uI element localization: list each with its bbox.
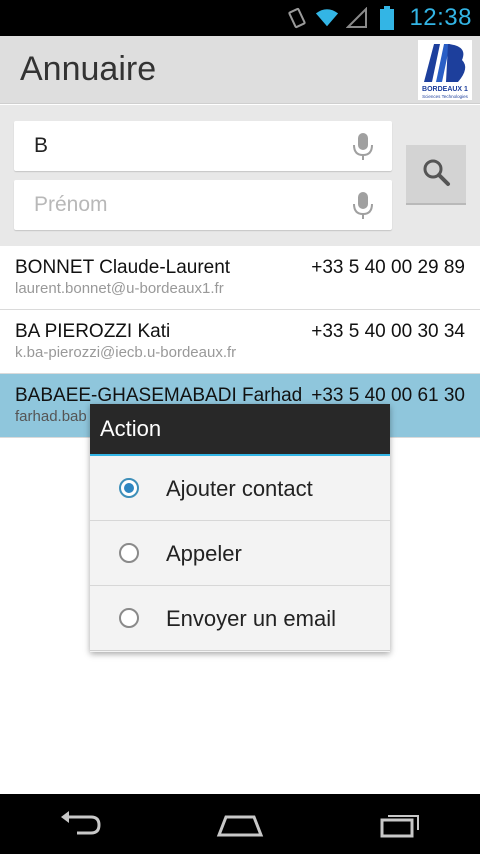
name-input-value: B [34,134,49,157]
contact-email: farhad.bab [15,408,87,425]
home-icon[interactable] [210,804,270,844]
battery-icon [375,6,399,30]
signal-icon [345,6,369,30]
app-title: Annuaire [20,50,157,88]
option-send-email[interactable]: Envoyer un email [90,586,390,651]
contact-email: laurent.bonnet@u-bordeaux1.fr [15,280,224,297]
microphone-icon[interactable] [352,133,374,161]
contact-name: BONNET Claude-Laurent [15,257,231,278]
wifi-icon [315,6,339,30]
screen: 12:38 Annuaire BORDEAUX 1 Sciences Techn… [0,0,480,854]
status-bar: 12:38 [0,0,480,36]
action-bar: Annuaire BORDEAUX 1 Sciences Technologie… [0,36,480,104]
contact-email: k.ba-pierozzi@iecb.u-bordeaux.fr [15,344,237,361]
option-add-contact[interactable]: Ajouter contact [90,456,390,521]
option-call[interactable]: Appeler [90,521,390,586]
list-item[interactable]: BONNET Claude-Laurent +33 5 40 00 29 89 … [0,246,480,310]
svg-text:BORDEAUX 1: BORDEAUX 1 [422,86,468,93]
dialog-title: Action [90,404,390,456]
firstname-input[interactable]: Prénom [14,180,392,230]
name-input[interactable]: B [14,121,392,171]
search-panel: B Prénom [0,105,480,246]
university-logo: BORDEAUX 1 Sciences Technologies [418,40,472,100]
radio-button-checked[interactable] [119,478,139,498]
contact-phone: +33 5 40 00 30 34 [311,321,465,342]
option-label: Envoyer un email [166,606,336,631]
clock: 12:38 [409,4,472,31]
radio-button[interactable] [119,543,139,563]
list-item[interactable]: BA PIEROZZI Kati +33 5 40 00 30 34 k.ba-… [0,310,480,374]
contact-name: BA PIEROZZI Kati [15,321,171,342]
radio-button[interactable] [119,608,139,628]
microphone-icon[interactable] [352,192,374,220]
contact-phone: +33 5 40 00 29 89 [311,257,465,278]
recent-apps-icon[interactable] [370,804,430,844]
firstname-placeholder: Prénom [34,193,108,216]
back-icon[interactable] [50,804,110,844]
vibrate-icon [285,6,309,30]
navigation-bar [0,794,480,854]
svg-text:Sciences Technologies: Sciences Technologies [422,94,468,99]
action-dialog: Action Ajouter contact Appeler Envoyer u… [90,404,390,652]
option-label: Ajouter contact [166,476,313,501]
search-icon [421,157,451,192]
option-label: Appeler [166,541,242,566]
search-button[interactable] [406,145,466,205]
